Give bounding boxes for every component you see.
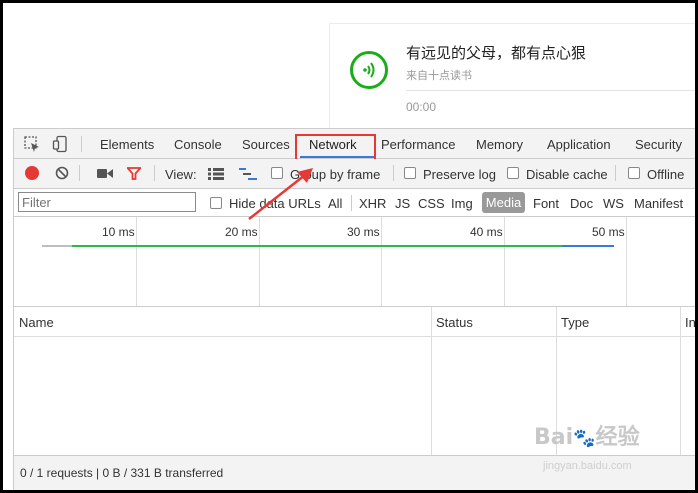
tab-memory[interactable]: Memory <box>476 137 523 152</box>
filter-type-css[interactable]: CSS <box>418 196 445 211</box>
audio-time: 00:00 <box>406 100 437 114</box>
timeline-bar-queue <box>42 245 72 247</box>
filter-input[interactable] <box>18 192 196 212</box>
column-name[interactable]: Name <box>19 315 54 330</box>
disable-cache-checkbox[interactable] <box>507 167 519 179</box>
play-button[interactable] <box>350 51 388 89</box>
timeline-bar-waiting <box>72 245 562 247</box>
column-status[interactable]: Status <box>436 315 473 330</box>
filter-type-doc[interactable]: Doc <box>570 196 593 211</box>
baidu-jingyan-watermark-logo: Bai🐾经验 <box>534 425 640 450</box>
preserve-log-checkbox[interactable] <box>404 167 416 179</box>
filter-type-ws[interactable]: WS <box>603 196 624 211</box>
status-summary: 0 / 1 requests | 0 B / 331 B transferred <box>20 466 224 480</box>
tab-sources[interactable]: Sources <box>242 137 290 152</box>
video-camera-icon[interactable] <box>97 168 113 179</box>
tab-separator <box>81 136 82 152</box>
filter-type-manifest[interactable]: Manifest <box>634 196 683 211</box>
audio-title: 有远见的父母，都有点心狠 <box>406 45 587 62</box>
tab-application[interactable]: Application <box>547 137 611 152</box>
timeline-bar-download <box>562 245 614 247</box>
tab-elements[interactable]: Elements <box>100 137 154 152</box>
requests-table-header: Name Status Type In <box>14 307 695 337</box>
tab-security[interactable]: Security <box>635 137 682 152</box>
toolbar-separator <box>393 165 394 181</box>
audio-wave-icon <box>363 62 375 78</box>
filter-type-img[interactable]: Img <box>451 196 473 211</box>
audio-source: 来自十点读书 <box>406 70 472 82</box>
timeline-tick-label: 40 ms <box>470 225 503 239</box>
timeline-tick-label: 30 ms <box>347 225 380 239</box>
view-label: View: <box>165 167 197 182</box>
tab-console[interactable]: Console <box>174 137 222 152</box>
inspect-element-icon[interactable] <box>23 135 41 153</box>
timeline-tick-label: 20 ms <box>225 225 258 239</box>
filter-type-media[interactable]: Media <box>482 192 525 213</box>
timeline-tick-label: 50 ms <box>592 225 625 239</box>
timeline-gridline <box>136 217 137 306</box>
record-button[interactable] <box>25 166 39 180</box>
filter-type-js[interactable]: JS <box>395 196 410 211</box>
clear-icon[interactable] <box>55 166 69 180</box>
timeline-tick-label: 10 ms <box>102 225 135 239</box>
large-rows-icon[interactable] <box>208 168 224 180</box>
preserve-log-label: Preserve log <box>423 167 496 182</box>
tab-performance[interactable]: Performance <box>381 137 455 152</box>
filter-icon[interactable] <box>127 167 141 180</box>
audio-card[interactable]: 有远见的父母，都有点心狠 来自十点读书 00:00 <box>329 23 695 129</box>
timeline-gridline <box>381 217 382 306</box>
timeline-gridline <box>259 217 260 306</box>
progress-line[interactable] <box>406 90 695 91</box>
toolbar-separator <box>615 165 616 181</box>
timeline-gridline <box>504 217 505 306</box>
offline-checkbox[interactable] <box>628 167 640 179</box>
column-divider[interactable] <box>680 307 681 455</box>
column-initiator[interactable]: In <box>685 315 695 330</box>
filter-type-xhr[interactable]: XHR <box>359 196 386 211</box>
devtools-tabbar: Elements Console Sources Network Perform… <box>14 128 695 162</box>
offline-label: Offline <box>647 167 685 182</box>
column-type[interactable]: Type <box>561 315 589 330</box>
toolbar-separator <box>79 165 80 181</box>
network-highlight-box <box>295 134 376 162</box>
filter-bar: Hide data URLs All XHR JS CSS Img Media … <box>14 189 695 217</box>
screenshot-frame: 有远见的父母，都有点心狠 来自十点读书 00:00 Elements Conso… <box>3 3 695 490</box>
disable-cache-label: Disable cache <box>526 167 608 182</box>
timeline-gridline <box>626 217 627 306</box>
filter-type-all[interactable]: All <box>328 196 342 211</box>
column-divider[interactable] <box>431 307 432 455</box>
network-toolbar: View: Group by frame Preserve log Disabl… <box>14 159 695 189</box>
filter-type-font[interactable]: Font <box>533 196 559 211</box>
toolbar-separator <box>154 165 155 181</box>
filter-separator <box>351 195 352 211</box>
hide-data-urls-checkbox[interactable] <box>210 197 222 209</box>
annotation-arrow-icon <box>248 168 313 220</box>
device-toolbar-icon[interactable] <box>52 135 70 153</box>
network-timeline[interactable]: 10 ms 20 ms 30 ms 40 ms 50 ms <box>14 217 695 307</box>
watermark-url: jingyan.baidu.com <box>543 460 632 472</box>
